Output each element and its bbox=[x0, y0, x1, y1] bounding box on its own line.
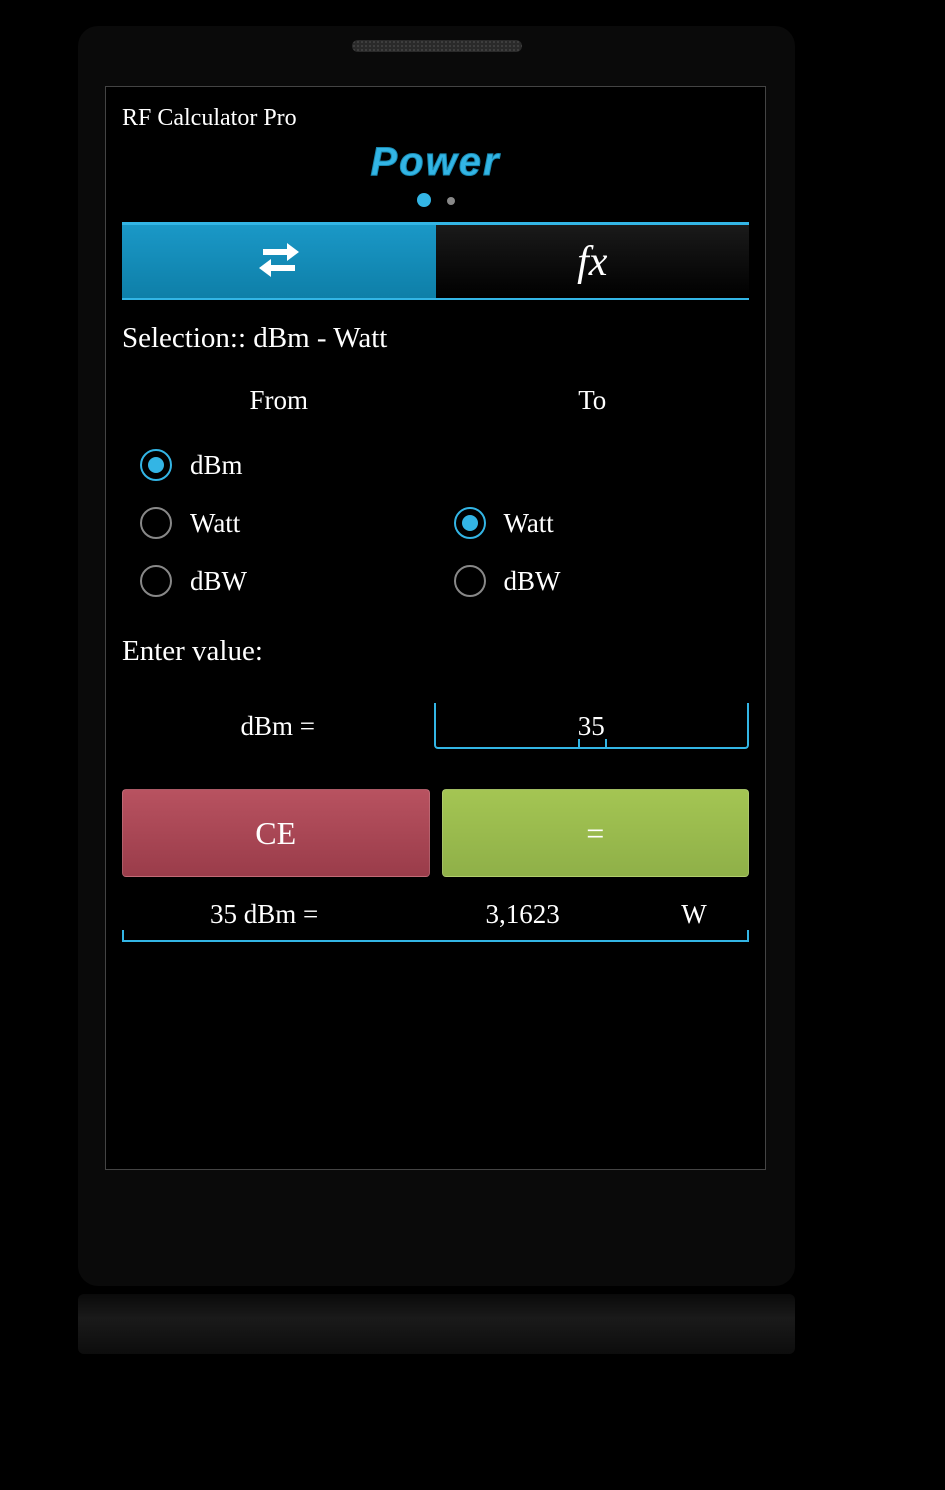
input-unit-label: dBm = bbox=[122, 711, 434, 742]
radio-label: dBW bbox=[190, 566, 247, 597]
tab-bar: fx bbox=[122, 222, 749, 300]
radio-columns: dBm Watt dBW Watt dBW bbox=[122, 436, 749, 610]
radio-headers: From To bbox=[122, 385, 749, 416]
fx-icon: fx bbox=[577, 238, 607, 286]
page-indicator bbox=[122, 193, 749, 212]
to-radio-dbw[interactable]: dBW bbox=[454, 552, 750, 610]
to-radio-spacer bbox=[454, 436, 750, 494]
from-radio-dbm[interactable]: dBm bbox=[140, 436, 436, 494]
radio-label: dBm bbox=[190, 450, 243, 481]
value-input[interactable]: 35 bbox=[434, 703, 750, 749]
phone-frame: RF Calculator Pro Power fx Selection:: d… bbox=[78, 26, 795, 1286]
to-column: Watt dBW bbox=[436, 436, 750, 610]
page-dot-inactive bbox=[447, 197, 455, 205]
result-row: 35 dBm = 3,1623 W bbox=[122, 899, 749, 942]
tab-convert[interactable] bbox=[122, 225, 436, 298]
from-radio-dbw[interactable]: dBW bbox=[140, 552, 436, 610]
result-unit: W bbox=[639, 899, 749, 930]
phone-speaker bbox=[352, 40, 522, 52]
selection-label: Selection:: dBm - Watt bbox=[122, 322, 749, 355]
radio-icon bbox=[454, 507, 486, 539]
to-header: To bbox=[436, 385, 750, 416]
page-dot-active bbox=[417, 193, 431, 207]
swap-horizontal-icon bbox=[255, 237, 303, 286]
result-value: 3,1623 bbox=[406, 899, 639, 930]
app-screen: RF Calculator Pro Power fx Selection:: d… bbox=[105, 86, 766, 1170]
input-row: dBm = 35 bbox=[122, 703, 749, 749]
from-radio-watt[interactable]: Watt bbox=[140, 494, 436, 552]
enter-value-label: Enter value: bbox=[122, 635, 749, 668]
from-header: From bbox=[122, 385, 436, 416]
to-radio-watt[interactable]: Watt bbox=[454, 494, 750, 552]
radio-icon bbox=[454, 565, 486, 597]
app-title: RF Calculator Pro bbox=[122, 105, 749, 132]
tab-formula[interactable]: fx bbox=[436, 225, 750, 298]
radio-icon bbox=[140, 507, 172, 539]
from-column: dBm Watt dBW bbox=[122, 436, 436, 610]
radio-label: dBW bbox=[504, 566, 561, 597]
radio-label: Watt bbox=[190, 508, 240, 539]
equals-button[interactable]: = bbox=[442, 789, 750, 877]
button-row: CE = bbox=[122, 789, 749, 877]
radio-icon bbox=[140, 449, 172, 481]
page-title: Power bbox=[122, 140, 749, 185]
bottom-nav-bar bbox=[78, 1294, 795, 1354]
radio-label: Watt bbox=[504, 508, 554, 539]
clear-button[interactable]: CE bbox=[122, 789, 430, 877]
result-label: 35 dBm = bbox=[122, 899, 406, 930]
radio-icon bbox=[140, 565, 172, 597]
